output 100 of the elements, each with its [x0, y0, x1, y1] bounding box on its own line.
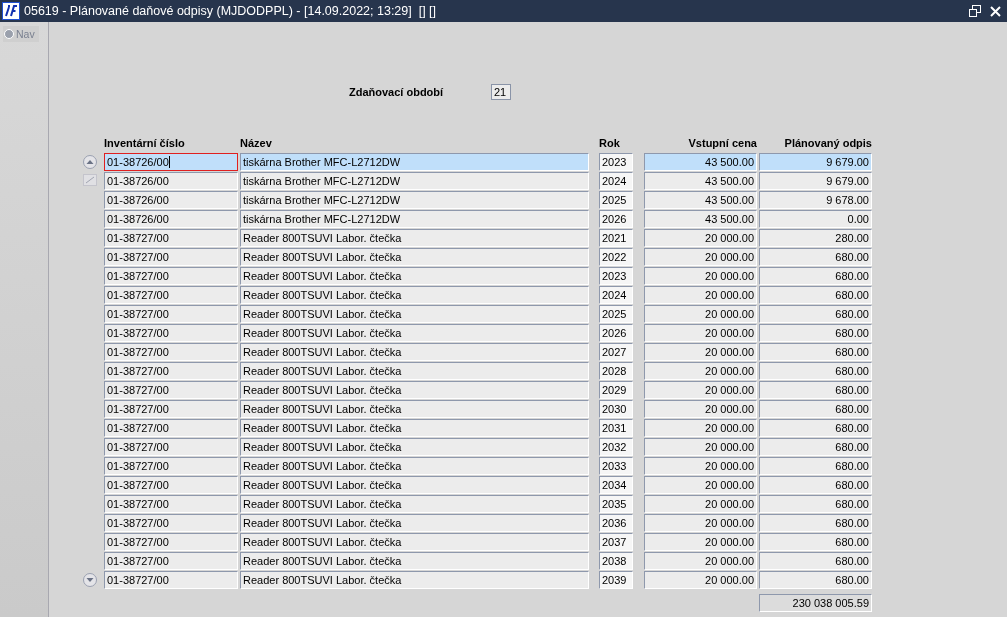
- year-field[interactable]: 2037: [599, 533, 633, 551]
- year-field[interactable]: 2036: [599, 514, 633, 532]
- input-price-field[interactable]: 20 000.00: [644, 305, 757, 323]
- input-price-field[interactable]: 20 000.00: [644, 495, 757, 513]
- year-field[interactable]: 2022: [599, 248, 633, 266]
- planned-depreciation-field[interactable]: 680.00: [759, 438, 872, 456]
- year-field[interactable]: 2028: [599, 362, 633, 380]
- year-field[interactable]: 2032: [599, 438, 633, 456]
- input-price-field[interactable]: 43 500.00: [644, 172, 757, 190]
- inventory-number-field[interactable]: 01-38727/00: [104, 248, 238, 266]
- planned-depreciation-field[interactable]: 680.00: [759, 381, 872, 399]
- inventory-number-field[interactable]: 01-38727/00: [104, 267, 238, 285]
- input-price-field[interactable]: 20 000.00: [644, 229, 757, 247]
- planned-depreciation-field[interactable]: 280.00: [759, 229, 872, 247]
- planned-depreciation-field[interactable]: 680.00: [759, 343, 872, 361]
- name-field[interactable]: Reader 800TSUVI Labor. čtečka: [240, 324, 589, 342]
- name-field[interactable]: Reader 800TSUVI Labor. čtečka: [240, 438, 589, 456]
- name-field[interactable]: Reader 800TSUVI Labor. čtečka: [240, 248, 589, 266]
- year-field[interactable]: 2027: [599, 343, 633, 361]
- input-price-field[interactable]: 20 000.00: [644, 438, 757, 456]
- inventory-number-field[interactable]: 01-38727/00: [104, 476, 238, 494]
- planned-depreciation-field[interactable]: 680.00: [759, 305, 872, 323]
- name-field[interactable]: Reader 800TSUVI Labor. čtečka: [240, 343, 589, 361]
- planned-depreciation-field[interactable]: 680.00: [759, 286, 872, 304]
- planned-depreciation-field[interactable]: 680.00: [759, 514, 872, 532]
- planned-depreciation-field[interactable]: 680.00: [759, 419, 872, 437]
- planned-depreciation-field[interactable]: 680.00: [759, 457, 872, 475]
- input-price-field[interactable]: 20 000.00: [644, 552, 757, 570]
- inventory-number-field[interactable]: 01-38726/00: [104, 210, 238, 228]
- planned-depreciation-field[interactable]: 680.00: [759, 362, 872, 380]
- year-field[interactable]: 2025: [599, 191, 633, 209]
- inventory-number-field[interactable]: 01-38727/00: [104, 362, 238, 380]
- inventory-number-field[interactable]: 01-38727/00: [104, 324, 238, 342]
- name-field[interactable]: Reader 800TSUVI Labor. čtečka: [240, 286, 589, 304]
- inventory-number-field[interactable]: 01-38727/00: [104, 381, 238, 399]
- name-field[interactable]: Reader 800TSUVI Labor. čtečka: [240, 476, 589, 494]
- name-field[interactable]: tiskárna Brother MFC-L2712DW: [240, 172, 589, 190]
- year-field[interactable]: 2033: [599, 457, 633, 475]
- name-field[interactable]: Reader 800TSUVI Labor. čtečka: [240, 419, 589, 437]
- name-field[interactable]: tiskárna Brother MFC-L2712DW: [240, 153, 589, 171]
- year-field[interactable]: 2034: [599, 476, 633, 494]
- scroll-down-icon[interactable]: [83, 573, 97, 587]
- planned-depreciation-field[interactable]: 680.00: [759, 400, 872, 418]
- name-field[interactable]: Reader 800TSUVI Labor. čtečka: [240, 533, 589, 551]
- period-field[interactable]: 21: [491, 84, 511, 100]
- year-field[interactable]: 2029: [599, 381, 633, 399]
- planned-depreciation-field[interactable]: 680.00: [759, 324, 872, 342]
- planned-depreciation-field[interactable]: 0.00: [759, 210, 872, 228]
- input-price-field[interactable]: 20 000.00: [644, 267, 757, 285]
- inventory-number-field[interactable]: 01-38727/00: [104, 419, 238, 437]
- name-field[interactable]: tiskárna Brother MFC-L2712DW: [240, 191, 589, 209]
- inventory-number-field[interactable]: 01-38727/00: [104, 514, 238, 532]
- planned-depreciation-field[interactable]: 680.00: [759, 267, 872, 285]
- input-price-field[interactable]: 43 500.00: [644, 210, 757, 228]
- input-price-field[interactable]: 20 000.00: [644, 248, 757, 266]
- inventory-number-field[interactable]: 01-38727/00: [104, 305, 238, 323]
- inventory-number-field[interactable]: 01-38727/00: [104, 343, 238, 361]
- year-field[interactable]: 2026: [599, 210, 633, 228]
- inventory-number-field[interactable]: 01-38727/00: [104, 457, 238, 475]
- inventory-number-field[interactable]: 01-38727/00: [104, 438, 238, 456]
- planned-depreciation-field[interactable]: 680.00: [759, 495, 872, 513]
- planned-depreciation-field[interactable]: 680.00: [759, 571, 872, 589]
- planned-depreciation-field[interactable]: 680.00: [759, 476, 872, 494]
- inventory-number-field[interactable]: 01-38727/00: [104, 571, 238, 589]
- name-field[interactable]: Reader 800TSUVI Labor. čtečka: [240, 571, 589, 589]
- input-price-field[interactable]: 20 000.00: [644, 476, 757, 494]
- planned-depreciation-field[interactable]: 9 678.00: [759, 191, 872, 209]
- inventory-number-field[interactable]: 01-38727/00: [104, 533, 238, 551]
- name-field[interactable]: tiskárna Brother MFC-L2712DW: [240, 210, 589, 228]
- scroll-up-icon[interactable]: [83, 155, 97, 169]
- close-icon[interactable]: [990, 5, 1001, 17]
- inventory-number-field[interactable]: 01-38726/00: [104, 191, 238, 209]
- year-field[interactable]: 2035: [599, 495, 633, 513]
- year-field[interactable]: 2031: [599, 419, 633, 437]
- inventory-number-field[interactable]: 01-38727/00: [104, 229, 238, 247]
- planned-depreciation-field[interactable]: 680.00: [759, 248, 872, 266]
- inventory-number-field[interactable]: 01-38726/00: [104, 172, 238, 190]
- inventory-number-field[interactable]: 01-38727/00: [104, 400, 238, 418]
- year-field[interactable]: 2021: [599, 229, 633, 247]
- inventory-number-field[interactable]: 01-38727/00: [104, 286, 238, 304]
- year-field[interactable]: 2024: [599, 286, 633, 304]
- inventory-number-field[interactable]: 01-38726/00: [104, 153, 238, 171]
- input-price-field[interactable]: 20 000.00: [644, 571, 757, 589]
- input-price-field[interactable]: 20 000.00: [644, 457, 757, 475]
- name-field[interactable]: Reader 800TSUVI Labor. čtečka: [240, 229, 589, 247]
- inventory-number-field[interactable]: 01-38727/00: [104, 495, 238, 513]
- name-field[interactable]: Reader 800TSUVI Labor. čtečka: [240, 362, 589, 380]
- year-field[interactable]: 2030: [599, 400, 633, 418]
- input-price-field[interactable]: 20 000.00: [644, 514, 757, 532]
- year-field[interactable]: 2026: [599, 324, 633, 342]
- year-field[interactable]: 2023: [599, 267, 633, 285]
- input-price-field[interactable]: 20 000.00: [644, 324, 757, 342]
- year-field[interactable]: 2025: [599, 305, 633, 323]
- restore-icon[interactable]: [969, 5, 981, 17]
- input-price-field[interactable]: 20 000.00: [644, 400, 757, 418]
- name-field[interactable]: Reader 800TSUVI Labor. čtečka: [240, 381, 589, 399]
- year-field[interactable]: 2024: [599, 172, 633, 190]
- name-field[interactable]: Reader 800TSUVI Labor. čtečka: [240, 495, 589, 513]
- input-price-field[interactable]: 20 000.00: [644, 343, 757, 361]
- input-price-field[interactable]: 43 500.00: [644, 191, 757, 209]
